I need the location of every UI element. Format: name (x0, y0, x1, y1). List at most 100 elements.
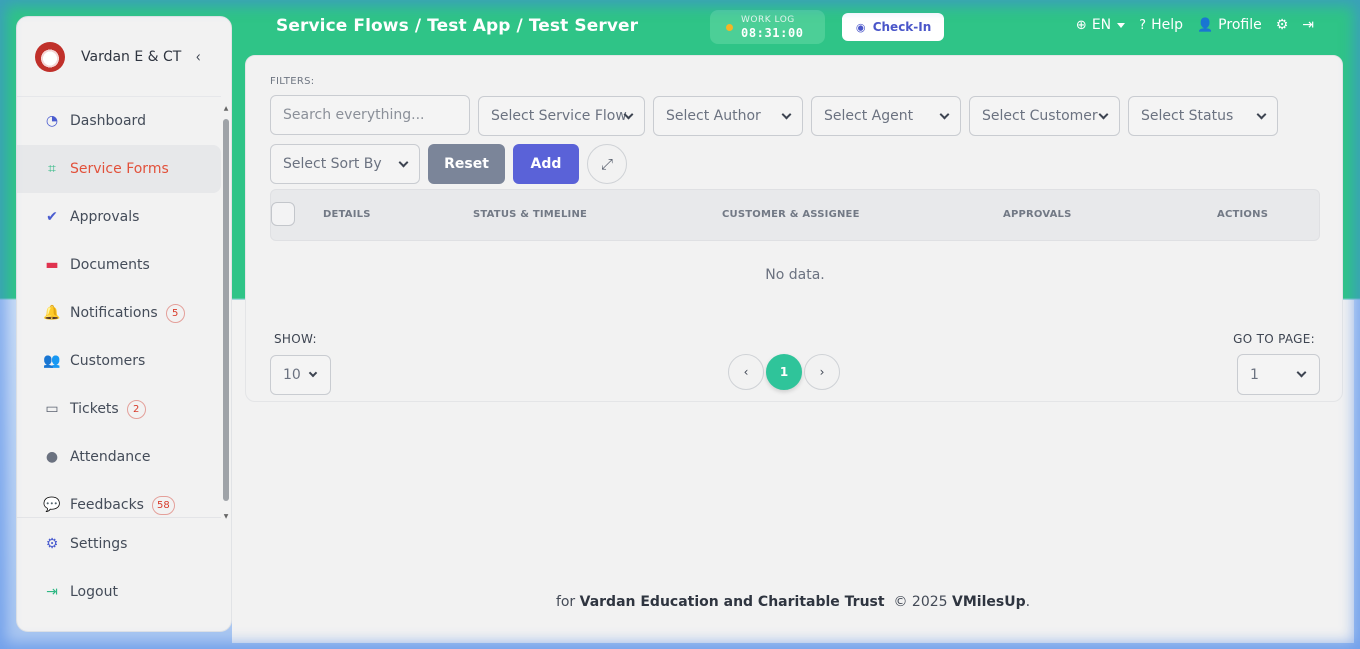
caret-down-icon (1117, 22, 1126, 28)
work-log-label: WORK LOG (741, 14, 795, 25)
sidebar-item-label: Tickets (70, 401, 119, 417)
customer-label: Select Customer (982, 108, 1098, 124)
go-to-page-value: 1 (1250, 366, 1259, 383)
service-flow-label: Select Service Flow (491, 108, 627, 124)
empty-state-text: No data. (765, 267, 825, 283)
next-page-button[interactable]: › (804, 354, 840, 390)
sidebar-item-service-forms[interactable]: ⌗ Service Forms (17, 145, 221, 193)
settings-gear-icon[interactable]: ⚙ (1276, 17, 1289, 33)
ticket-icon: ▭ (45, 401, 59, 417)
agent-label: Select Agent (824, 108, 914, 124)
sidebar-item-label: Notifications (70, 305, 158, 321)
sidebar-item-approvals[interactable]: ✔ Approvals (17, 193, 221, 241)
add-button[interactable]: Add (513, 144, 579, 184)
language-label: EN (1091, 17, 1112, 33)
user-icon: ● (45, 449, 59, 465)
sort-by-select[interactable]: Select Sort By (270, 144, 420, 184)
sidebar-item-logout[interactable]: ⇥ Logout (17, 568, 221, 616)
footer: for Vardan Education and Charitable Trus… (232, 594, 1354, 610)
sidebar-item-settings[interactable]: ⚙ Settings (17, 520, 221, 568)
sidebar-menu: ◔ Dashboard ⌗ Service Forms ✔ Approvals ▬ Docum… (17, 97, 221, 529)
question-circle-icon: ? (1139, 17, 1147, 33)
footer-brand[interactable]: VMilesUp (952, 594, 1026, 610)
count-badge: 58 (151, 495, 175, 515)
sidebar-item-attendance[interactable]: ● Attendance (17, 433, 221, 481)
scrollbar-thumb[interactable] (223, 119, 229, 501)
sidebar-item-dashboard[interactable]: ◔ Dashboard (17, 97, 221, 145)
author-select[interactable]: Select Author (653, 96, 803, 136)
logout-icon: ⇥ (46, 584, 58, 600)
go-to-page-label: GO TO PAGE: (1233, 332, 1315, 346)
table-header: DETAILS STATUS & TIMELINE CUSTOMER & ASS… (270, 189, 1320, 241)
chevron-down-icon (1098, 109, 1109, 120)
scroll-down-icon[interactable]: ▼ (223, 513, 229, 520)
select-all-checkbox[interactable] (271, 202, 295, 226)
sidebar-item-notifications[interactable]: 🔔 Notifications 5 (17, 289, 221, 337)
chevron-down-icon (781, 109, 792, 120)
sidebar-item-label: Feedbacks (70, 497, 144, 513)
footer-org[interactable]: Vardan Education and Charitable Trust (580, 594, 885, 610)
page-size-value: 10 (283, 367, 301, 383)
column-customer-assignee[interactable]: CUSTOMER & ASSIGNEE (722, 209, 860, 220)
footer-suffix: . (1025, 594, 1031, 610)
search-field[interactable] (270, 95, 470, 135)
gear-icon: ⚙ (45, 536, 59, 552)
sidebar-item-tickets[interactable]: ▭ Tickets 2 (17, 385, 221, 433)
sidebar-item-label: Attendance (70, 449, 151, 465)
footer-copyright: © 2025 (893, 594, 948, 610)
sidebar-item-label: Approvals (70, 209, 140, 225)
sidebar-item-label: Settings (70, 536, 128, 552)
bell-icon: 🔔 (43, 305, 61, 321)
search-input[interactable] (283, 107, 469, 123)
sidebar-item-label: Customers (70, 353, 146, 369)
chevron-down-icon (308, 368, 318, 378)
column-details[interactable]: DETAILS (323, 209, 371, 220)
sidebar-scrollbar[interactable]: ▲ ▼ (223, 105, 229, 525)
go-to-page-select[interactable]: 1 (1237, 354, 1320, 395)
column-actions[interactable]: ACTIONS (1217, 209, 1268, 220)
service-flow-select[interactable]: Select Service Flow (478, 96, 645, 136)
help-label: Help (1151, 17, 1183, 33)
comments-icon: 💬 (43, 497, 61, 513)
count-badge: 5 (165, 303, 185, 323)
status-dot-icon (726, 23, 733, 31)
column-status-timeline[interactable]: STATUS & TIMELINE (473, 209, 587, 220)
breadcrumb: Service Flows / Test App / Test Server (276, 16, 639, 36)
profile-link[interactable]: 👤 Profile (1197, 17, 1262, 33)
sidebar-item-label: Dashboard (70, 113, 146, 129)
header-actions: ⊕ EN ? Help 👤 Profile ⚙ ⇥ (1062, 17, 1314, 33)
count-badge: 2 (126, 399, 146, 419)
globe-icon: ⊕ (1075, 17, 1087, 33)
chevron-down-icon (1296, 367, 1307, 378)
service-forms-card: FILTERS: Select Service Flow Select Auth… (245, 55, 1343, 402)
sidebar-item-label: Documents (70, 257, 150, 273)
chevron-down-icon (1256, 109, 1267, 120)
previous-page-button[interactable]: ‹ (728, 354, 764, 390)
user-icon: 👤 (1196, 17, 1214, 33)
customer-select[interactable]: Select Customer (969, 96, 1120, 136)
page-button-current[interactable]: 1 (766, 354, 802, 390)
show-label: SHOW: (274, 332, 317, 346)
chevron-down-icon (939, 109, 950, 120)
column-approvals[interactable]: APPROVALS (1003, 209, 1072, 220)
sidebar-item-label: Service Forms (70, 161, 169, 177)
scroll-up-icon[interactable]: ▲ (223, 105, 229, 112)
sign-out-icon[interactable]: ⇥ (1302, 17, 1314, 33)
folder-icon: ▬ (45, 257, 59, 273)
sidebar-bottom-menu: ⚙ Settings ⇥ Logout (17, 517, 221, 616)
language-selector[interactable]: ⊕ EN (1075, 17, 1126, 33)
sidebar-item-customers[interactable]: 👥 Customers (17, 337, 221, 385)
check-in-button[interactable]: ◉ Check-In (842, 13, 944, 41)
work-log-time: 08:31:00 (741, 25, 804, 40)
sidebar-item-label: Logout (70, 584, 118, 600)
collapse-sidebar-icon[interactable]: ‹ (195, 47, 200, 66)
org-logo (35, 41, 65, 72)
reset-button[interactable]: Reset (428, 144, 505, 184)
page-size-select[interactable]: 10 (270, 355, 331, 395)
agent-select[interactable]: Select Agent (811, 96, 961, 136)
fingerprint-icon: ◉ (855, 20, 866, 34)
help-link[interactable]: ? Help (1139, 17, 1183, 33)
status-select[interactable]: Select Status (1128, 96, 1278, 136)
sidebar-item-documents[interactable]: ▬ Documents (17, 241, 221, 289)
expand-icon[interactable]: ⤢ (587, 144, 627, 184)
